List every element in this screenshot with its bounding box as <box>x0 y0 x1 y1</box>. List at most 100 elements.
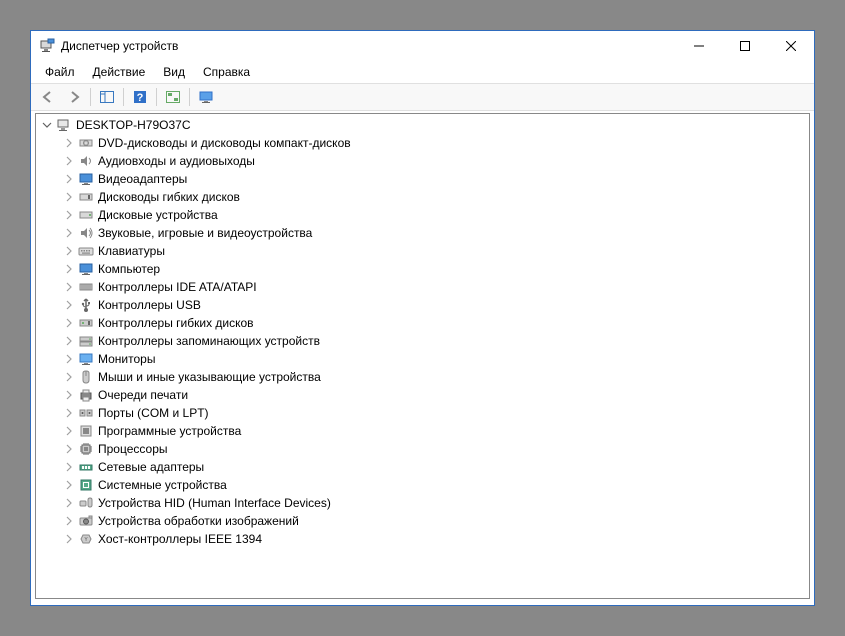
tree-category-node[interactable]: Программные устройства <box>36 422 809 440</box>
category-label: Системные устройства <box>98 478 227 492</box>
category-label: DVD-дисководы и дисководы компакт-дисков <box>98 136 351 150</box>
chevron-right-icon[interactable] <box>62 244 76 258</box>
computer-icon <box>78 261 94 277</box>
chevron-right-icon[interactable] <box>62 208 76 222</box>
tree-category-node[interactable]: Контроллеры запоминающих устройств <box>36 332 809 350</box>
show-hide-tree-button[interactable] <box>95 86 119 108</box>
tree-category-node[interactable]: Очереди печати <box>36 386 809 404</box>
monitor-icon <box>78 351 94 367</box>
tree-category-node[interactable]: Мыши и иные указывающие устройства <box>36 368 809 386</box>
chevron-right-icon[interactable] <box>62 424 76 438</box>
category-label: Хост-контроллеры IEEE 1394 <box>98 532 262 546</box>
forward-button[interactable] <box>62 86 86 108</box>
toolbar-separator <box>123 88 124 106</box>
mouse-icon <box>78 369 94 385</box>
tree-category-node[interactable]: YХост-контроллеры IEEE 1394 <box>36 530 809 548</box>
chevron-right-icon[interactable] <box>62 136 76 150</box>
toolbar-separator <box>189 88 190 106</box>
category-label: Мыши и иные указывающие устройства <box>98 370 321 384</box>
chevron-right-icon[interactable] <box>62 316 76 330</box>
tree-category-node[interactable]: Порты (COM и LPT) <box>36 404 809 422</box>
tree-category-node[interactable]: Контроллеры USB <box>36 296 809 314</box>
chevron-right-icon[interactable] <box>62 352 76 366</box>
category-label: Видеоадаптеры <box>98 172 187 186</box>
chevron-right-icon[interactable] <box>62 262 76 276</box>
chevron-right-icon[interactable] <box>62 298 76 312</box>
category-label: Контроллеры IDE ATA/ATAPI <box>98 280 257 294</box>
software-icon <box>78 423 94 439</box>
help-button[interactable]: ? <box>128 86 152 108</box>
floppycontroller-icon <box>78 315 94 331</box>
device-tree-pane[interactable]: DESKTOP-H79O37C DVD-дисководы и дисковод… <box>35 113 810 599</box>
cpu-icon <box>78 441 94 457</box>
scan-hardware-button[interactable] <box>161 86 185 108</box>
tree-category-node[interactable]: Контроллеры гибких дисков <box>36 314 809 332</box>
maximize-button[interactable] <box>722 31 768 61</box>
hid-icon <box>78 495 94 511</box>
tree-category-node[interactable]: DVD-дисководы и дисководы компакт-дисков <box>36 134 809 152</box>
menu-file[interactable]: Файл <box>37 63 83 81</box>
menu-action[interactable]: Действие <box>85 63 154 81</box>
tree-category-node[interactable]: Процессоры <box>36 440 809 458</box>
usb-icon <box>78 297 94 313</box>
chevron-right-icon[interactable] <box>62 370 76 384</box>
window-controls <box>676 31 814 61</box>
category-label: Дисковые устройства <box>98 208 218 222</box>
chevron-right-icon[interactable] <box>62 442 76 456</box>
titlebar: Диспетчер устройств <box>31 31 814 61</box>
tree-category-node[interactable]: Клавиатуры <box>36 242 809 260</box>
menu-help[interactable]: Справка <box>195 63 258 81</box>
close-button[interactable] <box>768 31 814 61</box>
tree-root-node[interactable]: DESKTOP-H79O37C <box>36 116 809 134</box>
chevron-right-icon[interactable] <box>62 190 76 204</box>
chevron-right-icon[interactable] <box>62 154 76 168</box>
tree-category-node[interactable]: Видеоадаптеры <box>36 170 809 188</box>
tree-category-node[interactable]: Устройства обработки изображений <box>36 512 809 530</box>
category-label: Компьютер <box>98 262 160 276</box>
drive-icon <box>78 207 94 223</box>
tree-category-node[interactable]: Сетевые адаптеры <box>36 458 809 476</box>
category-label: Контроллеры запоминающих устройств <box>98 334 320 348</box>
chevron-right-icon[interactable] <box>62 496 76 510</box>
tree-category-node[interactable]: Устройства HID (Human Interface Devices) <box>36 494 809 512</box>
category-label: Сетевые адаптеры <box>98 460 204 474</box>
chevron-right-icon[interactable] <box>62 406 76 420</box>
chevron-right-icon[interactable] <box>62 460 76 474</box>
tree-category-node[interactable]: Системные устройства <box>36 476 809 494</box>
tree-category-node[interactable]: Дисководы гибких дисков <box>36 188 809 206</box>
tree-category-node[interactable]: Мониторы <box>36 350 809 368</box>
storagecontroller-icon <box>78 333 94 349</box>
category-label: Аудиовходы и аудиовыходы <box>98 154 255 168</box>
category-label: Очереди печати <box>98 388 188 402</box>
idecontroller-icon <box>78 279 94 295</box>
chevron-right-icon[interactable] <box>62 532 76 546</box>
chevron-right-icon[interactable] <box>62 478 76 492</box>
category-label: Звуковые, игровые и видеоустройства <box>98 226 312 240</box>
menu-view[interactable]: Вид <box>155 63 193 81</box>
tree-category-node[interactable]: Аудиовходы и аудиовыходы <box>36 152 809 170</box>
disc-icon <box>78 135 94 151</box>
chevron-right-icon[interactable] <box>62 388 76 402</box>
toolbar-separator <box>90 88 91 106</box>
tree-category-node[interactable]: Дисковые устройства <box>36 206 809 224</box>
chevron-right-icon[interactable] <box>62 172 76 186</box>
chevron-down-icon[interactable] <box>40 118 54 132</box>
chevron-right-icon[interactable] <box>62 334 76 348</box>
network-icon <box>78 459 94 475</box>
ports-icon <box>78 405 94 421</box>
computer-icon <box>56 117 72 133</box>
audio-icon <box>78 153 94 169</box>
tree-category-node[interactable]: Контроллеры IDE ATA/ATAPI <box>36 278 809 296</box>
category-label: Контроллеры USB <box>98 298 201 312</box>
minimize-button[interactable] <box>676 31 722 61</box>
monitor-button[interactable] <box>194 86 218 108</box>
chevron-right-icon[interactable] <box>62 226 76 240</box>
svg-text:?: ? <box>137 92 144 104</box>
tree-category-node[interactable]: Компьютер <box>36 260 809 278</box>
tree-category-node[interactable]: Звуковые, игровые и видеоустройства <box>36 224 809 242</box>
category-label: Устройства обработки изображений <box>98 514 299 528</box>
chevron-right-icon[interactable] <box>62 280 76 294</box>
back-button[interactable] <box>36 86 60 108</box>
chevron-right-icon[interactable] <box>62 514 76 528</box>
device-manager-window: Диспетчер устройств Файл Действие Вид Сп… <box>30 30 815 606</box>
